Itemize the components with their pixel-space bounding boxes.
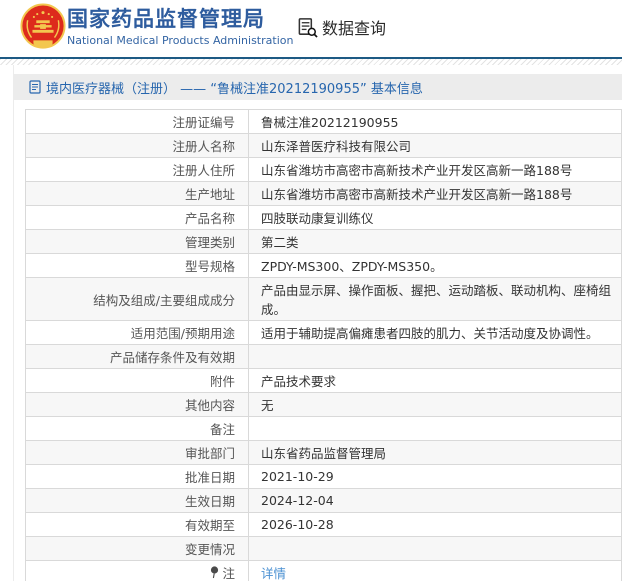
table-row: 管理类别 第二类 [25, 229, 622, 254]
table-row: 审批部门 山东省药品监督管理局 [25, 440, 622, 465]
org-name-cn: 国家药品监督管理局 [67, 7, 265, 31]
row-label: 附件 [25, 368, 249, 393]
row-value: 第二类 [248, 229, 622, 254]
national-emblem-icon[interactable] [20, 1, 66, 53]
row-value [248, 536, 622, 561]
site-header: 国家药品监督管理局 National Medical Products Admi… [0, 0, 622, 57]
table-row: 批准日期 2021-10-29 [25, 464, 622, 489]
row-label: 产品名称 [25, 205, 249, 230]
note-label: 注 [222, 566, 235, 581]
row-label: 管理类别 [25, 229, 249, 254]
table-row: 变更情况 [25, 536, 622, 561]
row-value: 适用于辅助提高偏瘫患者四肢的肌力、关节活动度及协调性。 [248, 320, 622, 345]
row-value: 产品由显示屏、操作面板、握把、运动踏板、联动机构、座椅组成。 [248, 277, 622, 321]
site-logo-title[interactable]: 国家药品监督管理局 National Medical Products Admi… [67, 6, 293, 48]
row-label: 产品储存条件及有效期 [25, 344, 249, 369]
row-label: 注 [25, 560, 249, 581]
org-name-en: National Medical Products Administration [67, 34, 294, 47]
table-row: 注册人名称 山东泽普医疗科技有限公司 [25, 133, 622, 158]
row-value: 山东省潍坊市高密市高新技术产业开发区高新一路188号 [248, 157, 622, 182]
row-label: 注册人名称 [25, 133, 249, 158]
section-header-bar: 境内医疗器械（注册） —— “鲁械注准20212190955” 基本信息 [14, 74, 622, 100]
row-value: 产品技术要求 [248, 368, 622, 393]
row-label: 有效期至 [25, 512, 249, 537]
data-query-label: 数据查询 [322, 19, 387, 38]
table-row: 生效日期 2024-12-04 [25, 488, 622, 513]
row-label: 注册人住所 [25, 157, 249, 182]
document-search-icon [298, 17, 318, 38]
note-details-link[interactable]: 详情 [261, 566, 286, 581]
row-label: 型号规格 [25, 253, 249, 278]
row-value: 鲁械注准20212190955 [248, 109, 622, 134]
row-label: 批准日期 [25, 464, 249, 489]
row-value [248, 344, 622, 369]
row-value [248, 416, 622, 441]
table-row: 其他内容无 [25, 392, 622, 417]
table-row: 注册人住所 山东省潍坊市高密市高新技术产业开发区高新一路188号 [25, 157, 622, 182]
table-row: 适用范围/预期用途 适用于辅助提高偏瘫患者四肢的肌力、关节活动度及协调性。 [25, 320, 622, 345]
row-value: 山东省潍坊市高密市高新技术产业开发区高新一路188号 [248, 181, 622, 206]
row-label: 审批部门 [25, 440, 249, 465]
table-row: 有效期至 2026-10-28 [25, 512, 622, 537]
table-row: 产品储存条件及有效期 [25, 344, 622, 369]
row-value: 2021-10-29 [248, 464, 622, 489]
table-row: 注册证编号 鲁械注准20212190955 [25, 109, 622, 134]
row-value: 山东省药品监督管理局 [248, 440, 622, 465]
registration-info-table: 注册证编号 鲁械注准20212190955 注册人名称 山东泽普医疗科技有限公司 注… [25, 109, 622, 581]
row-label: 变更情况 [25, 536, 249, 561]
table-row: 结构及组成/主要组成成分 产品由显示屏、操作面板、握把、运动踏板、联动机构、座椅组… [25, 277, 622, 321]
row-label: 其他内容 [25, 392, 249, 417]
row-label: 备注 [25, 416, 249, 441]
document-icon [29, 80, 41, 94]
row-value: 山东泽普医疗科技有限公司 [248, 133, 622, 158]
row-value: ZPDY-MS300、ZPDY-MS350。 [248, 253, 622, 278]
nav-data-query[interactable]: 数据查询 [297, 15, 386, 39]
table-row: 附件 产品技术要求 [25, 368, 622, 393]
table-row-note: 注 详情 [25, 560, 622, 581]
row-label: 生效日期 [25, 488, 249, 513]
table-row: 备注 [25, 416, 622, 441]
row-label: 适用范围/预期用途 [25, 320, 249, 345]
note-balloon-icon [211, 566, 219, 579]
row-value: 2024-12-04 [248, 488, 622, 513]
row-value: 四肢联动康复训练仪 [248, 205, 622, 230]
content-area: 境内医疗器械（注册） —— “鲁械注准20212190955” 基本信息 注册证… [13, 65, 622, 581]
row-label: 注册证编号 [25, 109, 249, 134]
table-row: 型号规格 ZPDY-MS300、ZPDY-MS350。 [25, 253, 622, 278]
row-value: 2026-10-28 [248, 512, 622, 537]
row-label: 生产地址 [25, 181, 249, 206]
table-row: 产品名称 四肢联动康复训练仪 [25, 205, 622, 230]
row-value: 无 [248, 392, 622, 417]
page-title: 境内医疗器械（注册） —— “鲁械注准20212190955” 基本信息 [46, 81, 423, 97]
row-label: 结构及组成/主要组成成分 [25, 277, 249, 321]
row-value: 详情 [248, 560, 622, 581]
table-row: 生产地址 山东省潍坊市高密市高新技术产业开发区高新一路188号 [25, 181, 622, 206]
